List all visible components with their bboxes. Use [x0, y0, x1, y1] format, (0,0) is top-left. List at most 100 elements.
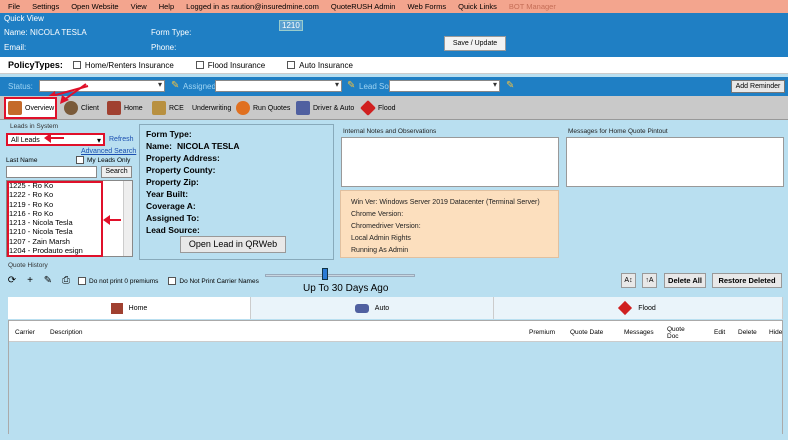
checkbox-box[interactable] [195, 61, 204, 69]
pencil-icon[interactable]: ✎ [347, 80, 355, 91]
assigned-label: Assigned: [183, 82, 219, 91]
status-bar: Status: ✎ Assigned: ✎ Lead Source: ✎ Add… [0, 77, 788, 96]
tab-label: Underwriting [192, 104, 232, 112]
checkbox-box[interactable] [168, 277, 177, 285]
col-messages: Messages [624, 329, 654, 336]
tab-run-quotes[interactable]: Run Quotes [236, 98, 290, 118]
tab-label: Overview [25, 104, 55, 112]
car-icon [354, 303, 369, 313]
system-info-panel: Win Ver: Windows Server 2019 Datacenter … [340, 190, 559, 258]
no-carrier-names-checkbox[interactable]: Do Not Print Carrier Names [168, 277, 259, 285]
home-renters-label: Home/Renters Insurance [84, 60, 174, 70]
no-zero-premium-checkbox[interactable]: Do not print 0 premiums [78, 277, 158, 285]
info-name-label: Name: [146, 141, 172, 151]
print-icon[interactable]: ⎙ [60, 275, 72, 287]
refresh-icon[interactable]: ⟳ [6, 275, 18, 287]
assigned-to-label: Assigned To: [146, 213, 200, 223]
date-range-slider[interactable] [265, 274, 415, 277]
tab-flood-quotes[interactable]: Flood [494, 297, 783, 319]
year-built-label: Year Built: [146, 189, 189, 199]
no-carrier-names-label: Do Not Print Carrier Names [179, 277, 259, 285]
form-type-label: Form Type: [151, 28, 192, 37]
my-leads-only-label: My Leads Only [87, 156, 131, 164]
sort-icon[interactable]: A↕ [621, 273, 636, 288]
save-update-button[interactable]: Save / Update [444, 36, 506, 51]
tab-label: Auto [374, 304, 390, 312]
tab-rce[interactable]: RCE [152, 98, 184, 118]
menu-logged-in[interactable]: Logged in as raution@insuredmine.com [186, 2, 319, 11]
menu-view[interactable]: View [131, 2, 147, 11]
checkbox-box[interactable] [76, 156, 84, 164]
rce-icon [152, 101, 166, 115]
annotation-arrow-icon [60, 83, 87, 104]
menu-file[interactable]: File [8, 2, 20, 11]
form-type-label: Form Type: [146, 129, 192, 139]
menu-quoterush-admin[interactable]: QuoteRUSH Admin [331, 2, 396, 11]
my-leads-only-checkbox[interactable]: My Leads Only [76, 156, 130, 164]
open-lead-qrweb-button[interactable]: Open Lead in QRWeb [180, 236, 286, 253]
lead-info-panel: Form Type: Name: NICOLA TESLA Property A… [139, 124, 334, 260]
col-hide: Hide [769, 329, 783, 336]
tab-overview[interactable]: Overview [4, 97, 57, 119]
menu-help[interactable]: Help [159, 2, 174, 11]
pencil-icon[interactable]: ✎ [171, 80, 179, 91]
phone-label: Phone: [151, 43, 177, 52]
property-county-label: Property County: [146, 165, 216, 175]
menu-quick-links[interactable]: Quick Links [458, 2, 497, 11]
messages-textarea[interactable] [566, 137, 784, 187]
search-button[interactable]: Search [101, 166, 132, 178]
lead-id-badge: 1210 [279, 20, 303, 31]
advanced-search-link[interactable]: Advanced Search [81, 148, 136, 155]
menu-open-website[interactable]: Open Website [71, 2, 118, 11]
flood-checkbox[interactable]: Flood Insurance [195, 60, 266, 70]
name-label: Name: [4, 28, 28, 37]
col-quote-date: Quote Date [570, 329, 604, 336]
col-quote-doc: Quote Doc [667, 326, 685, 340]
messages-label: Messages for Home Quote Pintout [568, 128, 668, 135]
annotation-arrow-icon [103, 215, 121, 225]
tab-home-quotes[interactable]: Home [8, 297, 251, 319]
menu-settings[interactable]: Settings [32, 2, 59, 11]
edit-icon[interactable]: ✎ [42, 275, 54, 287]
internal-notes-textarea[interactable] [341, 137, 559, 187]
tab-label: Flood [378, 104, 396, 112]
pencil-icon[interactable]: ✎ [506, 80, 514, 91]
home-renters-checkbox[interactable]: Home/Renters Insurance [72, 60, 174, 70]
add-icon[interactable]: + [24, 275, 36, 287]
assigned-dropdown[interactable] [215, 80, 342, 92]
auto-checkbox[interactable]: Auto Insurance [287, 61, 353, 70]
sort-icon[interactable]: ↑A [642, 273, 657, 288]
col-carrier: Carrier [15, 329, 35, 336]
tab-underwriting[interactable]: Underwriting [192, 98, 231, 118]
tab-home[interactable]: Home [107, 98, 143, 118]
restore-deleted-button[interactable]: Restore Deleted [712, 273, 782, 288]
col-premium: Premium [529, 329, 556, 336]
menu-bot-manager[interactable]: BOT Manager [509, 2, 556, 11]
menu-bar: File Settings Open Website View Help Log… [0, 0, 788, 13]
lead-source-label: Lead Source: [146, 225, 200, 235]
annotation-box [7, 181, 103, 257]
tab-flood[interactable]: Flood [360, 98, 396, 118]
quote-grid: Carrier Description Premium Quote Date M… [8, 320, 783, 434]
checkbox-box[interactable] [72, 61, 81, 69]
checkbox-box[interactable] [287, 61, 296, 69]
win-version: Win Ver: Windows Server 2019 Datacenter … [351, 199, 540, 206]
tab-driver-auto[interactable]: Driver & Auto [296, 98, 354, 118]
flood-label: Flood Insurance [207, 60, 266, 70]
auto-label: Auto Insurance [299, 60, 353, 70]
menu-web-forms[interactable]: Web Forms [407, 2, 446, 11]
delete-all-button[interactable]: Delete All [664, 273, 706, 288]
last-name-input[interactable] [6, 166, 97, 178]
slider-thumb[interactable] [322, 268, 328, 280]
lead-source-dropdown[interactable] [389, 80, 500, 92]
internal-notes-label: Internal Notes and Observations [343, 128, 437, 135]
tab-label: Run Quotes [253, 104, 291, 112]
checkbox-box[interactable] [78, 277, 86, 285]
overview-icon [8, 101, 22, 115]
leads-scrollbar[interactable] [123, 181, 132, 256]
quote-history-label: Quote History [8, 262, 48, 269]
refresh-link[interactable]: Refresh [109, 136, 134, 143]
slider-label: Up To 30 Days Ago [303, 283, 389, 294]
add-reminder-button[interactable]: Add Reminder [731, 80, 785, 93]
tab-auto-quotes[interactable]: Auto [251, 297, 494, 319]
